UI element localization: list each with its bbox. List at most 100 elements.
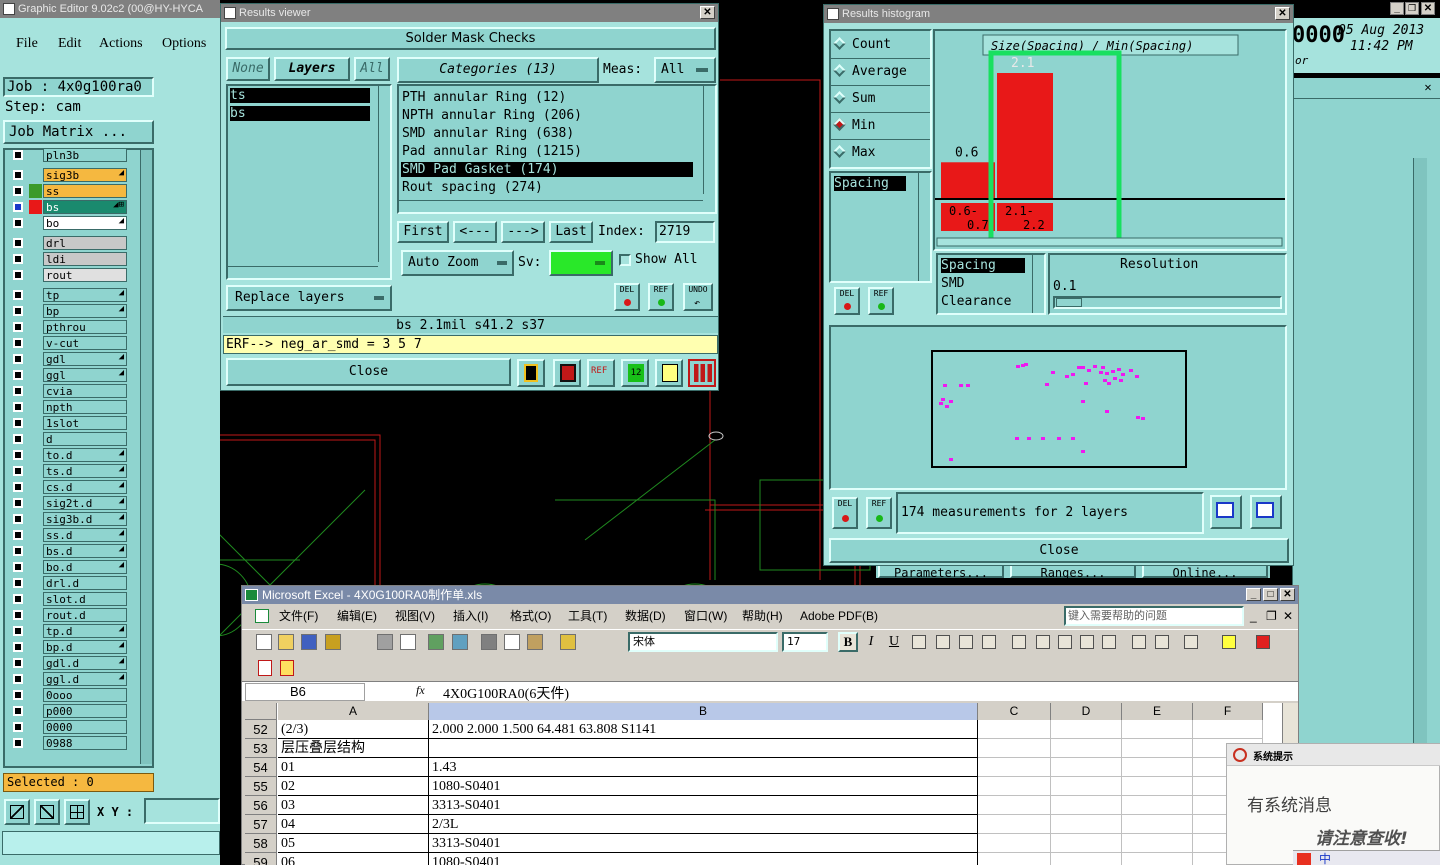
restore-icon[interactable]: ❐ [1405,2,1419,15]
layer-checkbox[interactable] [13,254,23,264]
category-item[interactable]: NPTH annular Ring (206) [401,108,693,123]
radio-diamond-icon[interactable] [833,64,846,77]
layer-name[interactable]: p000 [43,704,127,718]
hist-ref-button[interactable]: REF [868,287,894,315]
fill-color-icon[interactable] [1222,635,1236,649]
category-list[interactable]: PTH annular Ring (12) NPTH annular Ring (… [397,84,717,214]
layer-checkbox[interactable] [13,402,23,412]
show-all-checkbox[interactable] [619,254,631,266]
auto-zoom-dropdown[interactable]: Auto Zoom [401,250,514,276]
result-marker[interactable] [966,384,970,387]
layer-checkbox[interactable] [13,658,23,668]
del-button[interactable]: DEL [614,283,640,311]
excel-menu-item[interactable]: 帮助(H) [742,605,783,627]
bold-button[interactable]: B [838,632,858,652]
fit-preview-button[interactable] [1250,495,1282,529]
result-marker[interactable] [1136,416,1140,419]
histogram-button[interactable] [688,359,716,387]
percent-icon[interactable] [1036,635,1050,649]
system-notification[interactable]: 系统提示 有系统消息 请注意查收! 中 [1226,743,1440,865]
layer-checkbox[interactable] [13,498,23,508]
result-marker[interactable] [1105,410,1109,413]
layer-name[interactable]: tp [43,288,127,302]
decrease-indent-icon[interactable] [1132,635,1146,649]
type-smd[interactable]: SMD [941,276,964,291]
result-marker[interactable] [949,400,953,403]
cell-empty[interactable] [1051,777,1122,796]
type-list-scrollbar[interactable] [1032,255,1044,313]
italic-button[interactable]: I [862,634,880,650]
layer-row-bs[interactable]: bs ◢⊞ [9,200,127,214]
layer-checkbox[interactable] [13,450,23,460]
stat-option-sum[interactable]: Sum [833,91,875,106]
preview-ref-button[interactable]: REF [866,497,892,529]
category-list-scrollbar[interactable] [703,86,715,194]
column-header-B[interactable]: B [429,703,978,720]
layer-row-rout-d[interactable]: rout.d [9,608,127,622]
layer-row-ts-d[interactable]: ts.d ◢ [9,464,127,478]
result-marker[interactable] [1087,369,1091,372]
cell-empty[interactable] [1051,834,1122,853]
layer-row-p000[interactable]: p000 [9,704,127,718]
row-header[interactable]: 53 [245,739,277,758]
cell-a[interactable]: 06 [278,853,429,865]
cell-b[interactable]: 1.43 [429,758,978,777]
copy-icon[interactable] [504,634,520,650]
print-icon[interactable] [377,634,393,650]
layer-row-ldi[interactable]: ldi [9,252,127,266]
cell-empty[interactable] [1122,815,1193,834]
excel-menu-item[interactable]: 编辑(E) [337,605,377,627]
layer-checkbox[interactable] [13,270,23,280]
new-file-icon[interactable] [256,634,272,650]
layer-checkbox[interactable] [13,514,23,524]
result-marker[interactable] [1015,437,1019,440]
cell-a[interactable]: 01 [278,758,429,777]
category-item[interactable]: SMD annular Ring (638) [401,126,693,141]
layer-row-bp[interactable]: bp ◢ [9,304,127,318]
cell-a[interactable]: 02 [278,777,429,796]
increase-decimal-icon[interactable] [1080,635,1094,649]
layer-checkbox[interactable] [13,594,23,604]
layer-checkbox[interactable] [13,202,23,212]
cell-b[interactable]: 3313-S0401 [429,834,978,853]
menu-edit[interactable]: Edit [58,36,81,52]
layer-name[interactable]: gdl.d [43,656,127,670]
layer-name[interactable]: 0000 [43,720,127,734]
cell-b[interactable]: 3313-S0401 [429,796,978,815]
cut-icon[interactable] [481,634,497,650]
preview-del-button[interactable]: DEL [832,497,858,529]
layer-name[interactable]: sig2t.d [43,496,127,510]
layer-checkbox[interactable] [13,738,23,748]
cell-empty[interactable] [978,720,1051,739]
excel-menu-item[interactable]: 视图(V) [395,605,435,627]
increase-indent-icon[interactable] [1155,635,1169,649]
layer-row-0000[interactable]: 0000 [9,720,127,734]
type-clearance[interactable]: Clearance [941,294,1011,309]
column-header-D[interactable]: D [1051,703,1122,720]
snap-tool-button[interactable] [64,799,90,825]
layer-checkbox[interactable] [13,338,23,348]
layer-checkbox[interactable] [13,626,23,636]
cell-empty[interactable] [1051,720,1122,739]
layer-name[interactable]: tp.d [43,624,127,638]
cell-empty[interactable] [1051,853,1122,865]
excel-menu-item[interactable]: 插入(I) [453,605,488,627]
result-marker[interactable] [1045,383,1049,386]
measure-list-scrollbar[interactable] [918,173,930,281]
stop-button[interactable] [517,359,545,387]
layer-name[interactable]: ss [43,184,127,198]
layer-checkbox[interactable] [13,674,23,684]
online-button[interactable]: Online... [1142,566,1268,578]
cell-empty[interactable] [978,815,1051,834]
ime-bar[interactable]: 中 [1293,850,1440,865]
close-icon[interactable]: ✕ [1421,80,1435,94]
cell-b[interactable] [429,739,978,758]
category-item[interactable]: PTH annular Ring (12) [401,90,693,105]
layer-name[interactable]: slot.d [43,592,127,606]
result-marker[interactable] [1101,366,1105,369]
cell-empty[interactable] [1122,853,1193,865]
excel-menu-item[interactable]: Adobe PDF(B) [800,605,878,627]
result-marker[interactable] [939,402,943,405]
none-button[interactable]: None [226,57,270,81]
layer-name[interactable]: ts.d [43,464,127,478]
